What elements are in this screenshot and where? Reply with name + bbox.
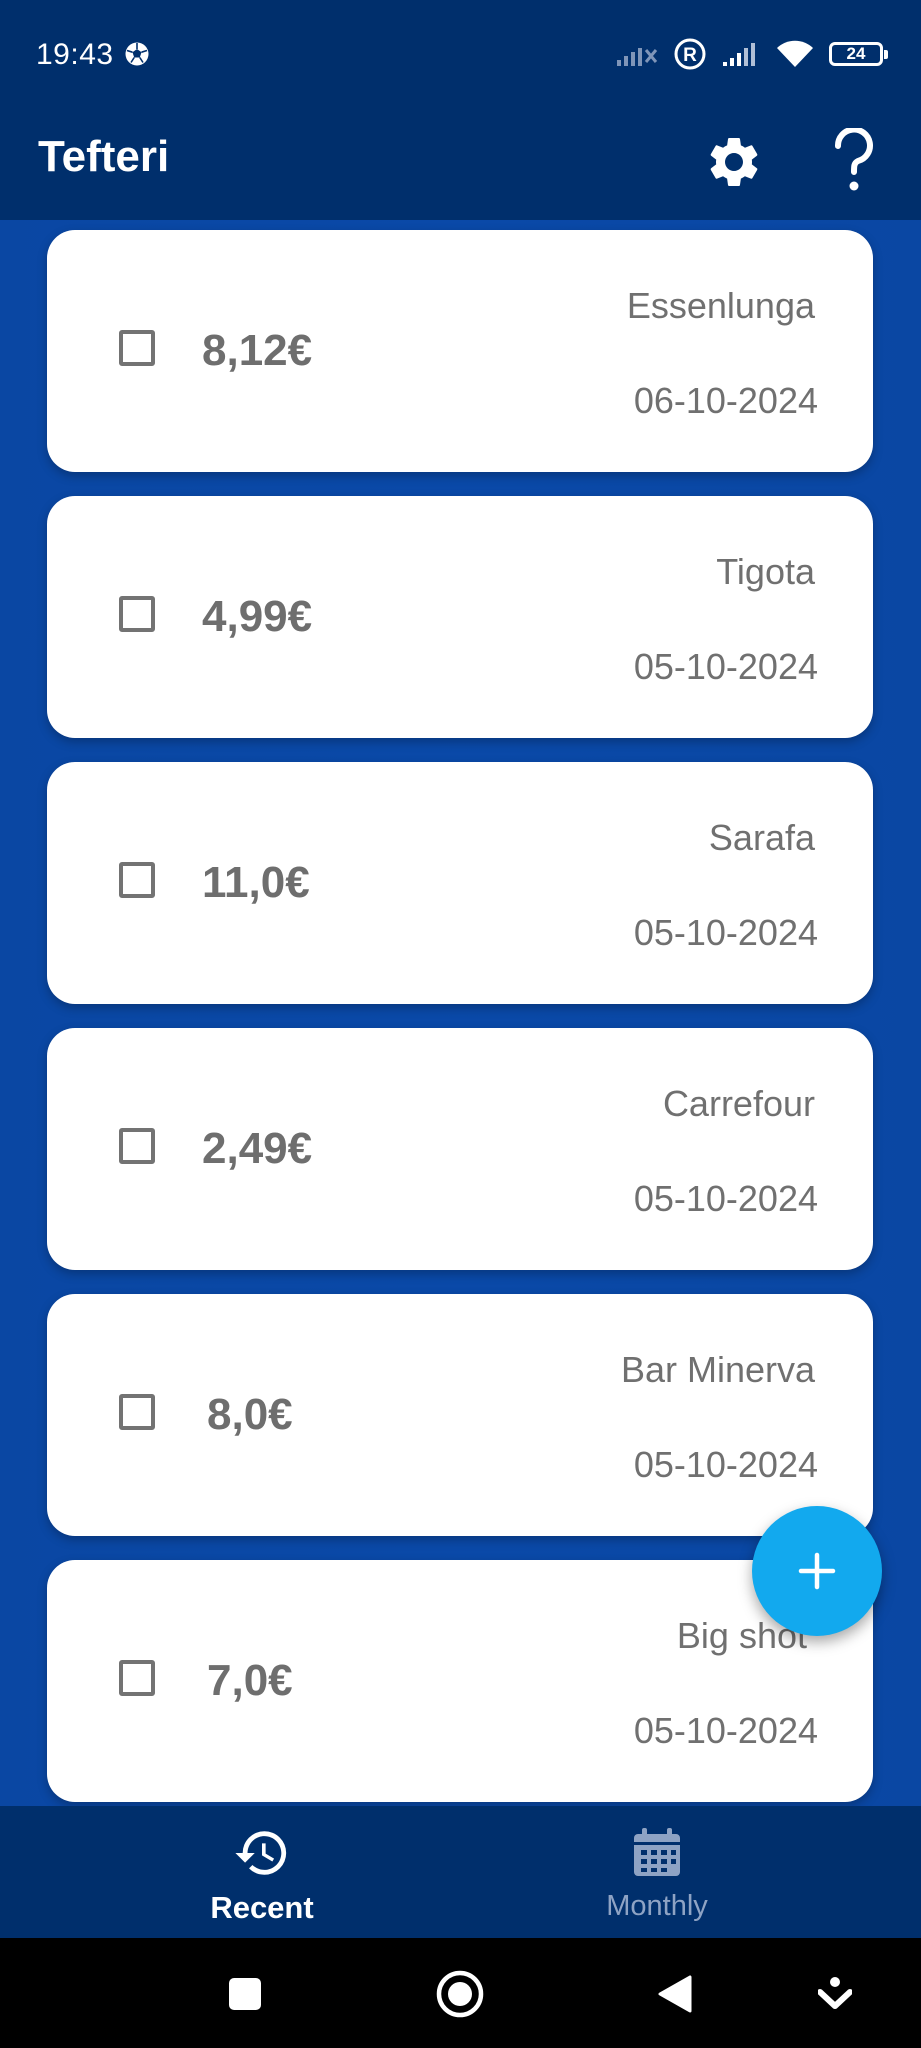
wifi-icon	[777, 40, 813, 67]
back-triangle-icon	[658, 1975, 692, 2013]
roaming-icon: R	[674, 38, 706, 70]
expense-amount: 2,49€	[202, 1124, 313, 1173]
expense-card[interactable]: 4,99€ Tigota 05-10-2024	[47, 496, 873, 738]
calendar-icon	[634, 1828, 680, 1876]
home-circle-icon	[436, 1970, 484, 2018]
signal-icon	[723, 43, 755, 66]
expense-merchant: Sarafa	[708, 817, 815, 858]
expense-date: 05-10-2024	[633, 646, 818, 687]
expense-card[interactable]: 7,0€ Big shot 05-10-2024	[47, 1560, 873, 1802]
settings-button[interactable]	[692, 120, 776, 204]
nav-label-recent: Recent	[210, 1890, 314, 1925]
expense-amount: 4,99€	[202, 592, 313, 641]
expense-amount: 11,0€	[202, 858, 310, 907]
expense-date: 06-10-2024	[633, 380, 818, 421]
expense-date: 05-10-2024	[633, 1178, 818, 1219]
nav-item-monthly[interactable]: Monthly	[557, 1806, 757, 1938]
expense-checkbox[interactable]	[119, 330, 155, 366]
help-button[interactable]	[812, 120, 896, 204]
expense-amount: 8,0€	[207, 1390, 293, 1439]
status-time: 19:43	[36, 38, 114, 71]
chevron-down-icon	[818, 1977, 852, 2009]
expense-date: 05-10-2024	[633, 1710, 818, 1751]
recents-button[interactable]	[215, 1964, 275, 2024]
expense-card[interactable]: 8,12€ Essenlunga 06-10-2024	[47, 230, 873, 472]
plus-icon	[798, 1552, 836, 1590]
home-button[interactable]	[430, 1964, 490, 2024]
help-icon	[834, 128, 873, 191]
soccer-ball-icon	[125, 42, 149, 66]
expense-checkbox[interactable]	[119, 862, 155, 898]
nav-label-monthly: Monthly	[606, 1890, 708, 1922]
bottom-navigation: Recent Monthly	[0, 1806, 921, 1938]
expense-amount: 8,12€	[202, 326, 313, 375]
gear-icon	[710, 138, 758, 186]
expense-card[interactable]: 8,0€ Bar Minerva 05-10-2024	[47, 1294, 873, 1536]
expense-date: 05-10-2024	[633, 912, 818, 953]
expense-merchant: Bar Minerva	[620, 1349, 815, 1390]
system-navigation-bar	[0, 1938, 921, 2048]
back-button[interactable]	[645, 1964, 705, 2024]
expense-merchant: Carrefour	[662, 1083, 815, 1124]
app-bar: Tefteri	[0, 108, 921, 220]
app-title: Tefteri	[38, 132, 170, 181]
nav-item-recent[interactable]: Recent	[162, 1806, 362, 1938]
status-icons: R 24	[615, 36, 888, 72]
expense-checkbox[interactable]	[119, 596, 155, 632]
expense-date: 05-10-2024	[633, 1444, 818, 1485]
square-icon	[229, 1978, 261, 2010]
expense-card[interactable]: 11,0€ Sarafa 05-10-2024	[47, 762, 873, 1004]
no-signal-icon	[617, 48, 658, 66]
expense-merchant: Essenlunga	[626, 285, 815, 326]
expense-card[interactable]: 2,49€ Carrefour 05-10-2024	[47, 1028, 873, 1270]
expense-checkbox[interactable]	[119, 1660, 155, 1696]
expense-merchant: Tigota	[716, 551, 815, 592]
hide-keyboard-button[interactable]	[805, 1964, 865, 2024]
expense-checkbox[interactable]	[119, 1394, 155, 1430]
add-expense-button[interactable]	[752, 1506, 882, 1636]
battery-icon: 24	[829, 42, 888, 66]
expense-checkbox[interactable]	[119, 1128, 155, 1164]
history-icon	[235, 1831, 287, 1875]
expense-amount: 7,0€	[207, 1656, 293, 1705]
status-bar: 19:43 R 24	[0, 0, 921, 108]
svg-text:R: R	[683, 45, 697, 66]
